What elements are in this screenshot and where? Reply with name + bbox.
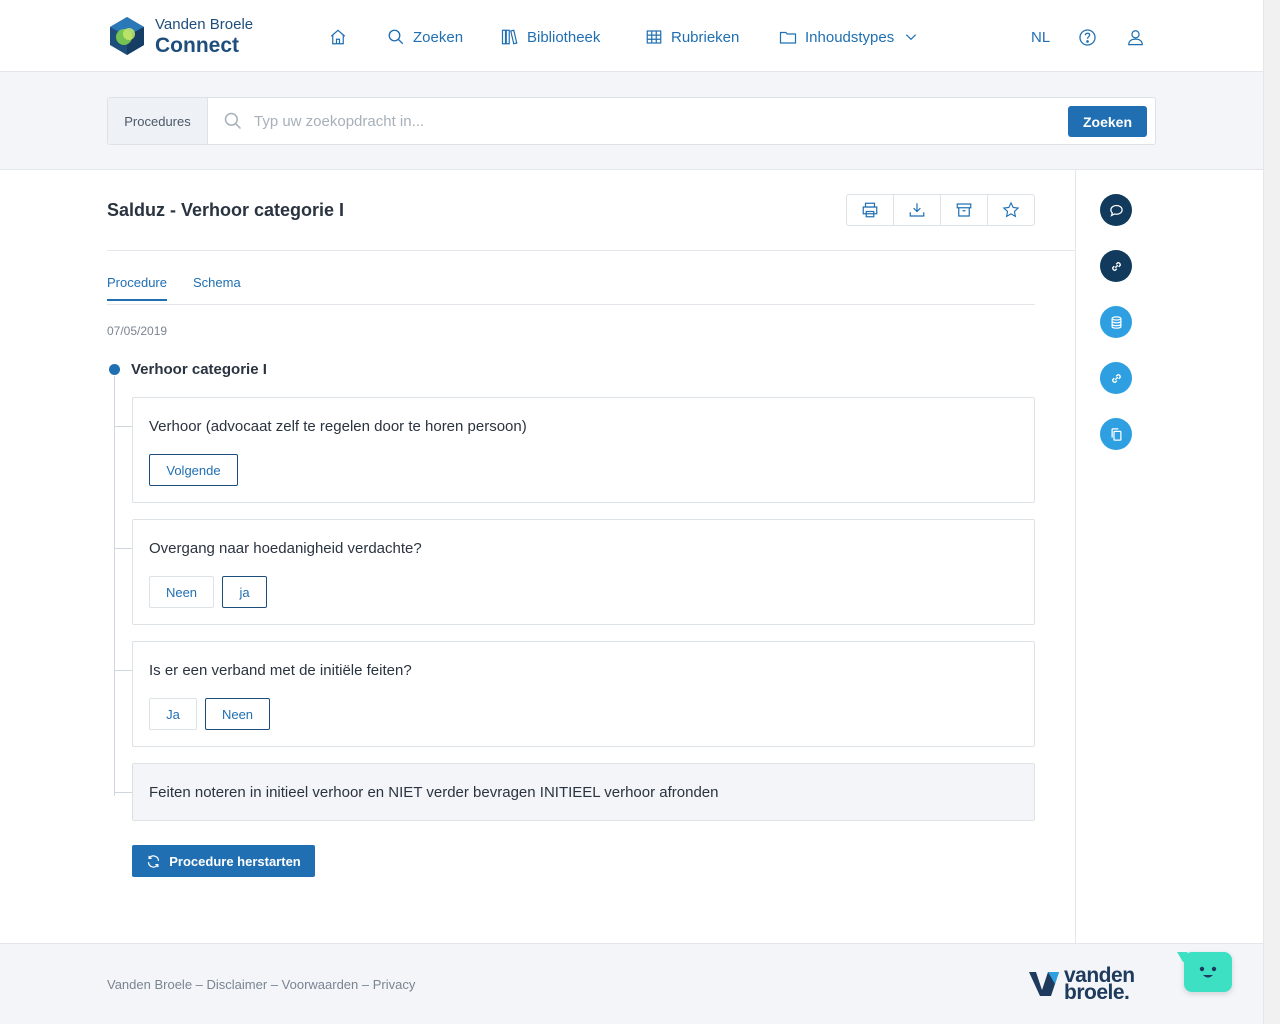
- language-label: NL: [1031, 28, 1051, 46]
- option-button[interactable]: Volgende: [149, 454, 238, 486]
- option-button[interactable]: Neen: [205, 698, 270, 730]
- tab-procedure[interactable]: Procedure: [107, 275, 167, 301]
- vanden-broele-logo-mark: [1029, 972, 1059, 996]
- vanden-broele-footer-logo[interactable]: vanden broele.: [1028, 965, 1135, 1004]
- footer-link-terms[interactable]: Voorwaarden: [282, 977, 359, 992]
- home-icon: [330, 29, 346, 45]
- database-button[interactable]: [1100, 306, 1132, 338]
- footer-separator: –: [267, 977, 282, 992]
- option-button[interactable]: Neen: [149, 576, 214, 608]
- footer-logo-text-line2: broele.: [1064, 981, 1130, 1004]
- footer-separator: –: [358, 977, 373, 992]
- search-submit-button[interactable]: Zoeken: [1068, 106, 1147, 137]
- smiley-icon: [1199, 966, 1217, 978]
- option-button[interactable]: ja: [222, 576, 267, 608]
- search-scope-selector[interactable]: Procedures: [108, 98, 208, 144]
- link-icon: [1111, 373, 1121, 383]
- comment-button[interactable]: [1100, 194, 1132, 226]
- restart-label: Procedure herstarten: [169, 853, 301, 869]
- title-divider: [107, 250, 1076, 251]
- brand-name-bottom: Connect: [155, 33, 239, 57]
- related-links-button[interactable]: [1100, 250, 1132, 282]
- favorite-button[interactable]: [988, 195, 1034, 225]
- chat-widget-button[interactable]: [1184, 952, 1232, 992]
- step-question: Is er een verband met de initiële feiten…: [149, 662, 412, 679]
- download-icon: [909, 203, 925, 217]
- brand-logo[interactable]: Vanden Broele Connect: [107, 15, 277, 57]
- footer-link-privacy[interactable]: Privacy: [373, 977, 416, 992]
- external-link-button[interactable]: [1100, 362, 1132, 394]
- tree-branch: [114, 792, 132, 793]
- footer-link-disclaimer[interactable]: Disclaimer: [207, 977, 268, 992]
- brand-name-top: Vanden Broele: [155, 15, 254, 33]
- nav-library-label: Bibliotheek: [527, 28, 601, 46]
- refresh-icon: [148, 854, 160, 868]
- copy-button[interactable]: [1100, 418, 1132, 450]
- footer-separator: –: [192, 977, 207, 992]
- help-button[interactable]: [1078, 25, 1097, 49]
- print-button[interactable]: [847, 195, 894, 225]
- database-icon: [1111, 315, 1121, 329]
- user-icon: [1128, 29, 1143, 45]
- search-strip: Procedures Zoeken: [0, 72, 1263, 170]
- tree-root-dot: [109, 364, 120, 375]
- search-bar: Procedures Zoeken: [107, 97, 1156, 145]
- procedure-step: Verhoor (advocaat zelf te regelen door t…: [132, 397, 1035, 503]
- nav-rubrics[interactable]: Rubrieken: [645, 25, 739, 49]
- tab-schema[interactable]: Schema: [193, 275, 241, 299]
- archive-icon: [956, 203, 972, 217]
- archive-button[interactable]: [941, 195, 988, 225]
- step-question: Verhoor (advocaat zelf te regelen door t…: [149, 418, 527, 435]
- document-toolbar: [846, 194, 1035, 226]
- brand-logo-mark: [110, 17, 144, 55]
- nav-content-types[interactable]: Inhoudstypes: [779, 25, 918, 49]
- main-content: Salduz - Verhoor categorie I Procedure S…: [0, 170, 1076, 943]
- procedure-root-label: Verhoor categorie I: [131, 361, 267, 378]
- tree-line: [114, 376, 115, 796]
- search-icon: [224, 112, 242, 130]
- publication-date: 07/05/2019: [107, 324, 168, 338]
- link-icon: [1111, 261, 1121, 271]
- top-header: Vanden Broele Connect Zoeken Bibliotheek…: [0, 0, 1263, 72]
- nav-content-types-label: Inhoudstypes: [805, 28, 895, 46]
- footer-links: Vanden Broele – Disclaimer – Voorwaarden…: [107, 977, 415, 992]
- search-input[interactable]: [254, 106, 1054, 136]
- tree-branch: [114, 426, 132, 427]
- tree-branch: [114, 548, 132, 549]
- tab-bar: Procedure Schema: [107, 275, 1035, 305]
- download-button[interactable]: [894, 195, 941, 225]
- printer-icon: [862, 202, 878, 218]
- search-icon: [388, 29, 404, 45]
- help-icon: [1079, 28, 1096, 46]
- restart-procedure-button[interactable]: Procedure herstarten: [132, 845, 315, 877]
- nav-library[interactable]: Bibliotheek: [501, 25, 600, 49]
- star-icon: [1002, 201, 1020, 218]
- chevron-down-icon: [906, 34, 917, 41]
- chat-bubble-icon: [1109, 204, 1123, 217]
- page-title: Salduz - Verhoor categorie I: [107, 200, 345, 220]
- option-button[interactable]: Ja: [149, 698, 197, 730]
- nav-home[interactable]: [329, 25, 355, 49]
- footer-link-vanden-broele[interactable]: Vanden Broele: [107, 977, 192, 992]
- page-scrollbar[interactable]: [1263, 0, 1280, 1024]
- nav-rubrics-label: Rubrieken: [671, 28, 740, 46]
- grid-icon: [646, 30, 662, 44]
- nav-search[interactable]: Zoeken: [387, 25, 463, 49]
- footer: Vanden Broele – Disclaimer – Voorwaarden…: [0, 943, 1263, 1024]
- books-icon: [501, 29, 518, 45]
- copy-icon: [1111, 427, 1121, 441]
- result-text: Feiten noteren in initieel verhoor en NI…: [149, 784, 719, 801]
- step-question: Overgang naar hoedanigheid verdachte?: [149, 540, 422, 557]
- tree-branch: [114, 670, 132, 671]
- user-account-button[interactable]: [1126, 25, 1145, 49]
- procedure-step: Overgang naar hoedanigheid verdachte? Ne…: [132, 519, 1035, 625]
- language-switch[interactable]: NL: [1031, 25, 1050, 49]
- procedure-step: Is er een verband met de initiële feiten…: [132, 641, 1035, 747]
- procedure-result: Feiten noteren in initieel verhoor en NI…: [132, 763, 1035, 821]
- nav-search-label: Zoeken: [413, 28, 464, 46]
- folder-icon: [779, 31, 797, 44]
